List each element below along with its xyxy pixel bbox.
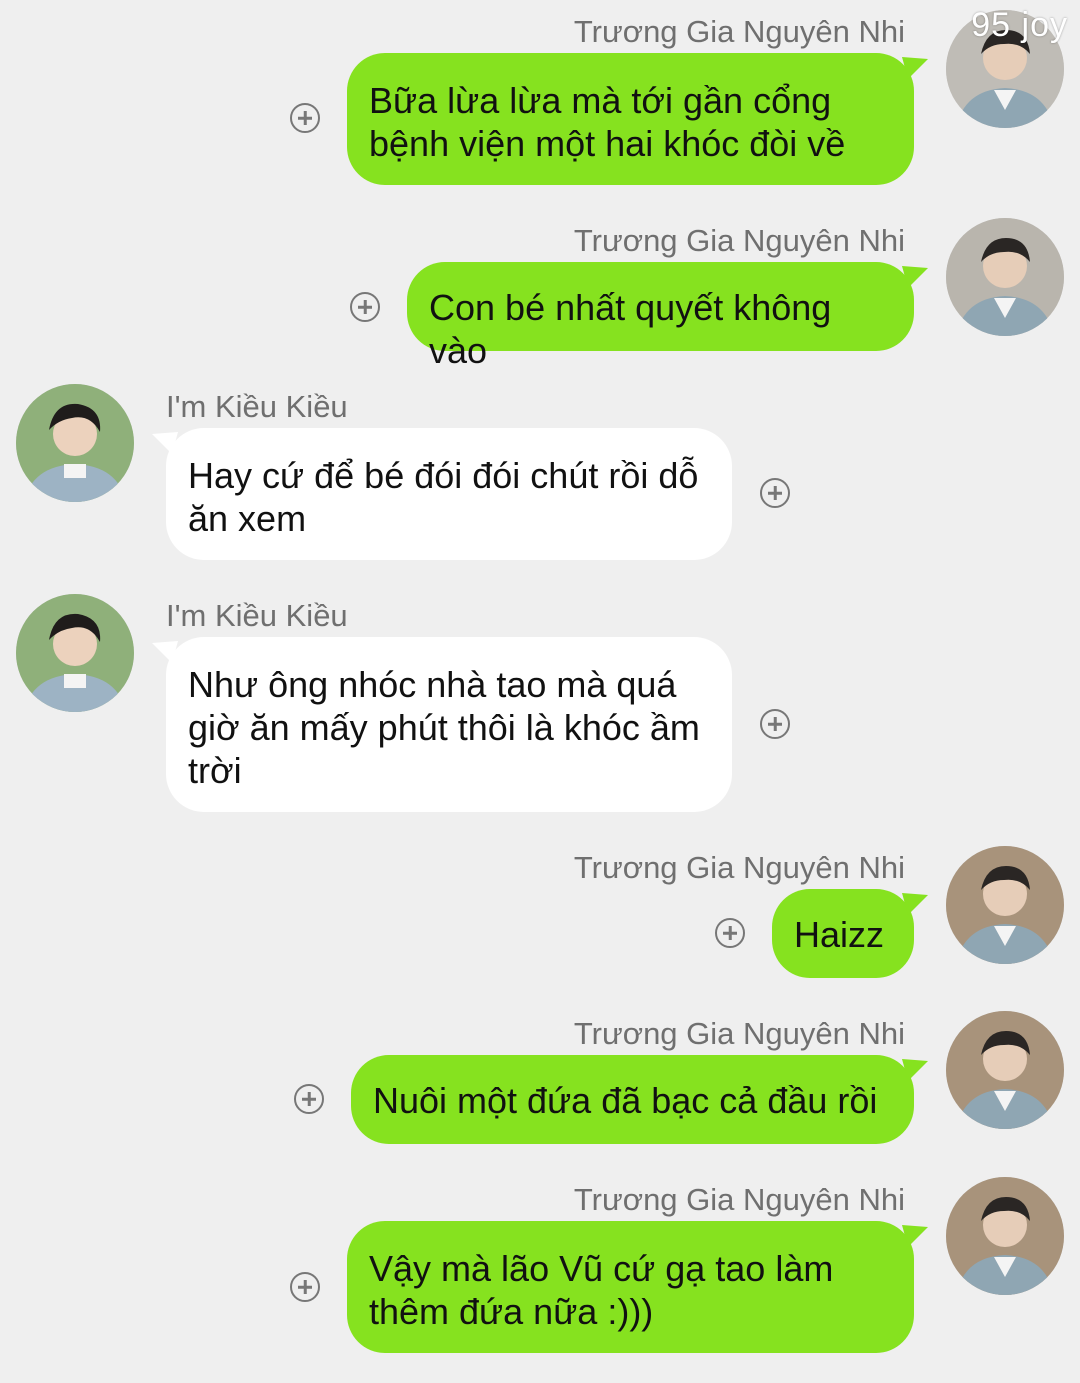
message-bubble[interactable]: Vậy mà lão Vũ cứ gạ tao làm thêm đứa nữa… — [347, 1221, 928, 1353]
message-text: Hay cứ để bé đói đói chút rồi dỗ ăn xem — [188, 455, 699, 539]
sender-name: I'm Kiều Kiều — [166, 389, 348, 424]
bubble-tail — [152, 432, 178, 454]
add-circle-icon[interactable] — [294, 1084, 324, 1114]
sender-name: Trương Gia Nguyên Nhi — [573, 223, 905, 258]
message-text: Bữa lừa lừa mà tới gần cổng bệnh viện mộ… — [369, 80, 846, 164]
bubble-tail — [902, 1225, 928, 1247]
bubble-tail — [902, 266, 928, 288]
message-text: Haizz — [794, 914, 885, 955]
bubble-tail — [902, 1059, 928, 1081]
chat-view: Trương Gia Nguyên Nhi Bữa lừa lừa mà tới… — [0, 0, 1080, 1383]
message-text: Con bé nhất quyết không vào — [429, 287, 832, 371]
add-circle-icon[interactable] — [715, 918, 745, 948]
sender-name: Trương Gia Nguyên Nhi — [573, 850, 905, 885]
watermark: 95 joy — [971, 6, 1068, 44]
bubble-tail — [902, 893, 928, 915]
sender-name: Trương Gia Nguyên Nhi — [573, 1016, 905, 1051]
message-bubble[interactable]: Hay cứ để bé đói đói chút rồi dỗ ăn xem — [152, 428, 732, 560]
avatar[interactable] — [946, 218, 1064, 336]
add-circle-icon[interactable] — [760, 478, 790, 508]
avatar[interactable] — [946, 846, 1064, 964]
avatar[interactable] — [16, 594, 134, 712]
message-bubble[interactable]: Haizz — [772, 889, 928, 978]
add-circle-icon[interactable] — [350, 292, 380, 322]
add-circle-icon[interactable] — [290, 103, 320, 133]
bubble-tail — [902, 57, 928, 79]
bubble-tail — [152, 641, 178, 663]
message-bubble[interactable]: Bữa lừa lừa mà tới gần cổng bệnh viện mộ… — [347, 53, 928, 185]
sender-name: Trương Gia Nguyên Nhi — [573, 1182, 905, 1217]
message-bubble[interactable]: Con bé nhất quyết không vào — [407, 262, 928, 371]
avatar[interactable] — [16, 384, 134, 502]
message-bubble[interactable]: Như ông nhóc nhà tao mà quá giờ ăn mấy p… — [152, 637, 732, 812]
add-circle-icon[interactable] — [290, 1272, 320, 1302]
avatar[interactable] — [946, 1011, 1064, 1129]
avatar[interactable] — [946, 1177, 1064, 1295]
sender-name: Trương Gia Nguyên Nhi — [573, 14, 905, 49]
message-text: Vậy mà lão Vũ cứ gạ tao làm thêm đứa nữa… — [369, 1248, 834, 1332]
add-circle-icon[interactable] — [760, 709, 790, 739]
message-text: Nuôi một đứa đã bạc cả đầu rồi — [373, 1080, 878, 1121]
message-bubble[interactable]: Nuôi một đứa đã bạc cả đầu rồi — [351, 1055, 928, 1144]
message-text: Như ông nhóc nhà tao mà quá giờ ăn mấy p… — [188, 664, 700, 791]
sender-name: I'm Kiều Kiều — [166, 598, 348, 633]
